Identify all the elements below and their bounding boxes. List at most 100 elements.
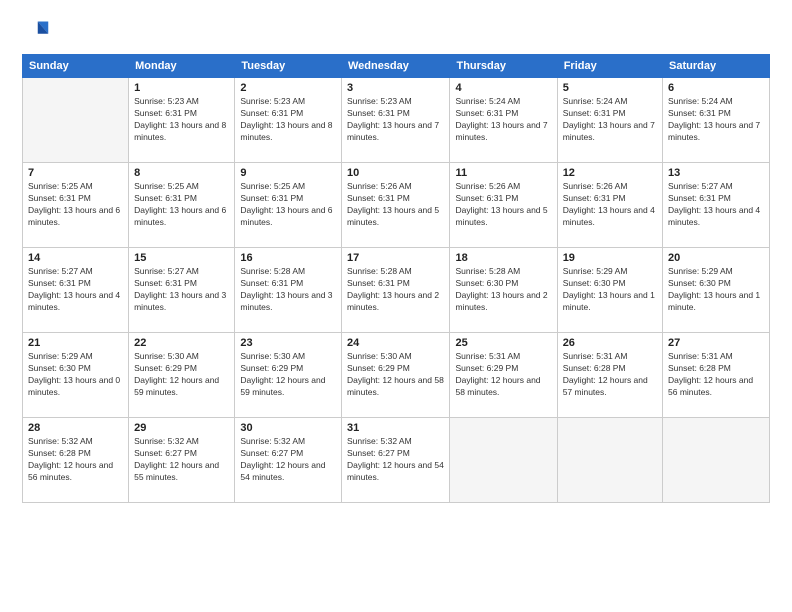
weekday-header-wednesday: Wednesday xyxy=(341,55,450,78)
day-detail: Sunrise: 5:31 AMSunset: 6:29 PMDaylight:… xyxy=(455,351,551,399)
calendar-cell: 1 Sunrise: 5:23 AMSunset: 6:31 PMDaylight… xyxy=(129,78,235,163)
calendar-cell: 18Sunrise: 5:28 AMSunset: 6:30 PMDayligh… xyxy=(450,248,557,333)
calendar-cell: 20 Sunrise: 5:29 AMSunset: 6:30 PMDayligh… xyxy=(663,248,770,333)
weekday-header-row: SundayMondayTuesdayWednesdayThursdayFrid… xyxy=(23,55,770,78)
calendar-cell: 10 Sunrise: 5:26 AMSunset: 6:31 PMDayligh… xyxy=(341,163,450,248)
day-number: 17 xyxy=(347,252,445,264)
calendar-cell: 16 Sunrise: 5:28 AMSunset: 6:31 PMDayligh… xyxy=(235,248,342,333)
day-detail: Sunrise: 5:31 AMSunset: 6:28 PMDaylight:… xyxy=(563,351,657,399)
day-detail: Sunrise: 5:29 AMSunset: 6:30 PMDaylight:… xyxy=(563,266,657,314)
calendar-cell: 17 Sunrise: 5:28 AMSunset: 6:31 PMDayligh… xyxy=(341,248,450,333)
calendar-cell: 2 Sunrise: 5:23 AMSunset: 6:31 PMDaylight… xyxy=(235,78,342,163)
calendar-table: SundayMondayTuesdayWednesdayThursdayFrid… xyxy=(22,54,770,503)
day-detail: Sunrise: 5:25 AMSunset: 6:31 PMDaylight:… xyxy=(134,181,229,229)
day-detail: Sunrise: 5:23 AMSunset: 6:31 PMDaylight:… xyxy=(347,96,445,144)
day-number: 5 xyxy=(563,82,657,94)
calendar-week-5: 28 Sunrise: 5:32 AMSunset: 6:28 PMDayligh… xyxy=(23,418,770,503)
day-number: 11 xyxy=(455,167,551,179)
calendar-cell: 12 Sunrise: 5:26 AMSunset: 6:31 PMDayligh… xyxy=(557,163,662,248)
day-detail: Sunrise: 5:27 AMSunset: 6:31 PMDaylight:… xyxy=(28,266,123,314)
day-detail: Sunrise: 5:32 AMSunset: 6:28 PMDaylight:… xyxy=(28,436,123,484)
day-detail: Sunrise: 5:25 AMSunset: 6:31 PMDaylight:… xyxy=(28,181,123,229)
calendar-cell: 30 Sunrise: 5:32 AMSunset: 6:27 PMDayligh… xyxy=(235,418,342,503)
day-number: 1 xyxy=(134,82,229,94)
calendar-cell: 25Sunrise: 5:31 AMSunset: 6:29 PMDayligh… xyxy=(450,333,557,418)
day-number: 7 xyxy=(28,167,123,179)
calendar-cell xyxy=(557,418,662,503)
day-number: 16 xyxy=(240,252,336,264)
day-number: 20 xyxy=(668,252,764,264)
day-detail: Sunrise: 5:24 AMSunset: 6:31 PMDaylight:… xyxy=(563,96,657,144)
day-detail: Sunrise: 5:31 AMSunset: 6:28 PMDaylight:… xyxy=(668,351,764,399)
calendar-cell: 9 Sunrise: 5:25 AMSunset: 6:31 PMDaylight… xyxy=(235,163,342,248)
calendar-cell: 4Sunrise: 5:24 AMSunset: 6:31 PMDaylight… xyxy=(450,78,557,163)
day-detail: Sunrise: 5:28 AMSunset: 6:31 PMDaylight:… xyxy=(347,266,445,314)
day-number: 14 xyxy=(28,252,123,264)
calendar-week-2: 7 Sunrise: 5:25 AMSunset: 6:31 PMDaylight… xyxy=(23,163,770,248)
day-number: 3 xyxy=(347,82,445,94)
day-detail: Sunrise: 5:28 AMSunset: 6:30 PMDaylight:… xyxy=(455,266,551,314)
calendar-week-3: 14 Sunrise: 5:27 AMSunset: 6:31 PMDayligh… xyxy=(23,248,770,333)
day-detail: Sunrise: 5:28 AMSunset: 6:31 PMDaylight:… xyxy=(240,266,336,314)
day-detail: Sunrise: 5:30 AMSunset: 6:29 PMDaylight:… xyxy=(347,351,445,399)
day-detail: Sunrise: 5:32 AMSunset: 6:27 PMDaylight:… xyxy=(347,436,445,484)
calendar-cell: 23Sunrise: 5:30 AMSunset: 6:29 PMDayligh… xyxy=(235,333,342,418)
day-number: 12 xyxy=(563,167,657,179)
calendar-cell: 28 Sunrise: 5:32 AMSunset: 6:28 PMDayligh… xyxy=(23,418,129,503)
day-detail: Sunrise: 5:32 AMSunset: 6:27 PMDaylight:… xyxy=(240,436,336,484)
calendar-cell: 22 Sunrise: 5:30 AMSunset: 6:29 PMDayligh… xyxy=(129,333,235,418)
day-number: 10 xyxy=(347,167,445,179)
calendar-cell: 24 Sunrise: 5:30 AMSunset: 6:29 PMDayligh… xyxy=(341,333,450,418)
calendar-page: SundayMondayTuesdayWednesdayThursdayFrid… xyxy=(0,0,792,612)
weekday-header-thursday: Thursday xyxy=(450,55,557,78)
calendar-cell: 3 Sunrise: 5:23 AMSunset: 6:31 PMDaylight… xyxy=(341,78,450,163)
day-number: 31 xyxy=(347,422,445,434)
day-number: 19 xyxy=(563,252,657,264)
calendar-cell: 8 Sunrise: 5:25 AMSunset: 6:31 PMDaylight… xyxy=(129,163,235,248)
day-detail: Sunrise: 5:23 AMSunset: 6:31 PMDaylight:… xyxy=(240,96,336,144)
calendar-cell xyxy=(450,418,557,503)
day-detail: Sunrise: 5:26 AMSunset: 6:31 PMDaylight:… xyxy=(563,181,657,229)
day-detail: Sunrise: 5:25 AMSunset: 6:31 PMDaylight:… xyxy=(240,181,336,229)
calendar-cell xyxy=(23,78,129,163)
day-detail: Sunrise: 5:29 AMSunset: 6:30 PMDaylight:… xyxy=(668,266,764,314)
day-number: 2 xyxy=(240,82,336,94)
day-detail: Sunrise: 5:32 AMSunset: 6:27 PMDaylight:… xyxy=(134,436,229,484)
day-number: 27 xyxy=(668,337,764,349)
day-number: 22 xyxy=(134,337,229,349)
day-number: 8 xyxy=(134,167,229,179)
calendar-week-1: 1 Sunrise: 5:23 AMSunset: 6:31 PMDaylight… xyxy=(23,78,770,163)
calendar-cell: 31 Sunrise: 5:32 AMSunset: 6:27 PMDayligh… xyxy=(341,418,450,503)
calendar-cell: 6 Sunrise: 5:24 AMSunset: 6:31 PMDaylight… xyxy=(663,78,770,163)
calendar-cell: 11Sunrise: 5:26 AMSunset: 6:31 PMDayligh… xyxy=(450,163,557,248)
weekday-header-sunday: Sunday xyxy=(23,55,129,78)
day-number: 23 xyxy=(240,337,336,349)
day-number: 24 xyxy=(347,337,445,349)
calendar-cell: 27 Sunrise: 5:31 AMSunset: 6:28 PMDayligh… xyxy=(663,333,770,418)
calendar-cell: 26 Sunrise: 5:31 AMSunset: 6:28 PMDayligh… xyxy=(557,333,662,418)
day-detail: Sunrise: 5:24 AMSunset: 6:31 PMDaylight:… xyxy=(455,96,551,144)
day-number: 15 xyxy=(134,252,229,264)
calendar-cell: 15 Sunrise: 5:27 AMSunset: 6:31 PMDayligh… xyxy=(129,248,235,333)
day-number: 21 xyxy=(28,337,123,349)
calendar-cell: 29 Sunrise: 5:32 AMSunset: 6:27 PMDayligh… xyxy=(129,418,235,503)
calendar-cell: 14 Sunrise: 5:27 AMSunset: 6:31 PMDayligh… xyxy=(23,248,129,333)
day-detail: Sunrise: 5:30 AMSunset: 6:29 PMDaylight:… xyxy=(134,351,229,399)
day-detail: Sunrise: 5:26 AMSunset: 6:31 PMDaylight:… xyxy=(347,181,445,229)
day-number: 13 xyxy=(668,167,764,179)
day-number: 26 xyxy=(563,337,657,349)
day-number: 30 xyxy=(240,422,336,434)
header xyxy=(22,18,770,46)
day-detail: Sunrise: 5:27 AMSunset: 6:31 PMDaylight:… xyxy=(668,181,764,229)
day-detail: Sunrise: 5:27 AMSunset: 6:31 PMDaylight:… xyxy=(134,266,229,314)
day-detail: Sunrise: 5:23 AMSunset: 6:31 PMDaylight:… xyxy=(134,96,229,144)
day-number: 28 xyxy=(28,422,123,434)
weekday-header-monday: Monday xyxy=(129,55,235,78)
calendar-cell: 19 Sunrise: 5:29 AMSunset: 6:30 PMDayligh… xyxy=(557,248,662,333)
day-number: 29 xyxy=(134,422,229,434)
day-number: 6 xyxy=(668,82,764,94)
calendar-cell: 7 Sunrise: 5:25 AMSunset: 6:31 PMDaylight… xyxy=(23,163,129,248)
day-number: 9 xyxy=(240,167,336,179)
day-detail: Sunrise: 5:24 AMSunset: 6:31 PMDaylight:… xyxy=(668,96,764,144)
calendar-week-4: 21Sunrise: 5:29 AMSunset: 6:30 PMDayligh… xyxy=(23,333,770,418)
